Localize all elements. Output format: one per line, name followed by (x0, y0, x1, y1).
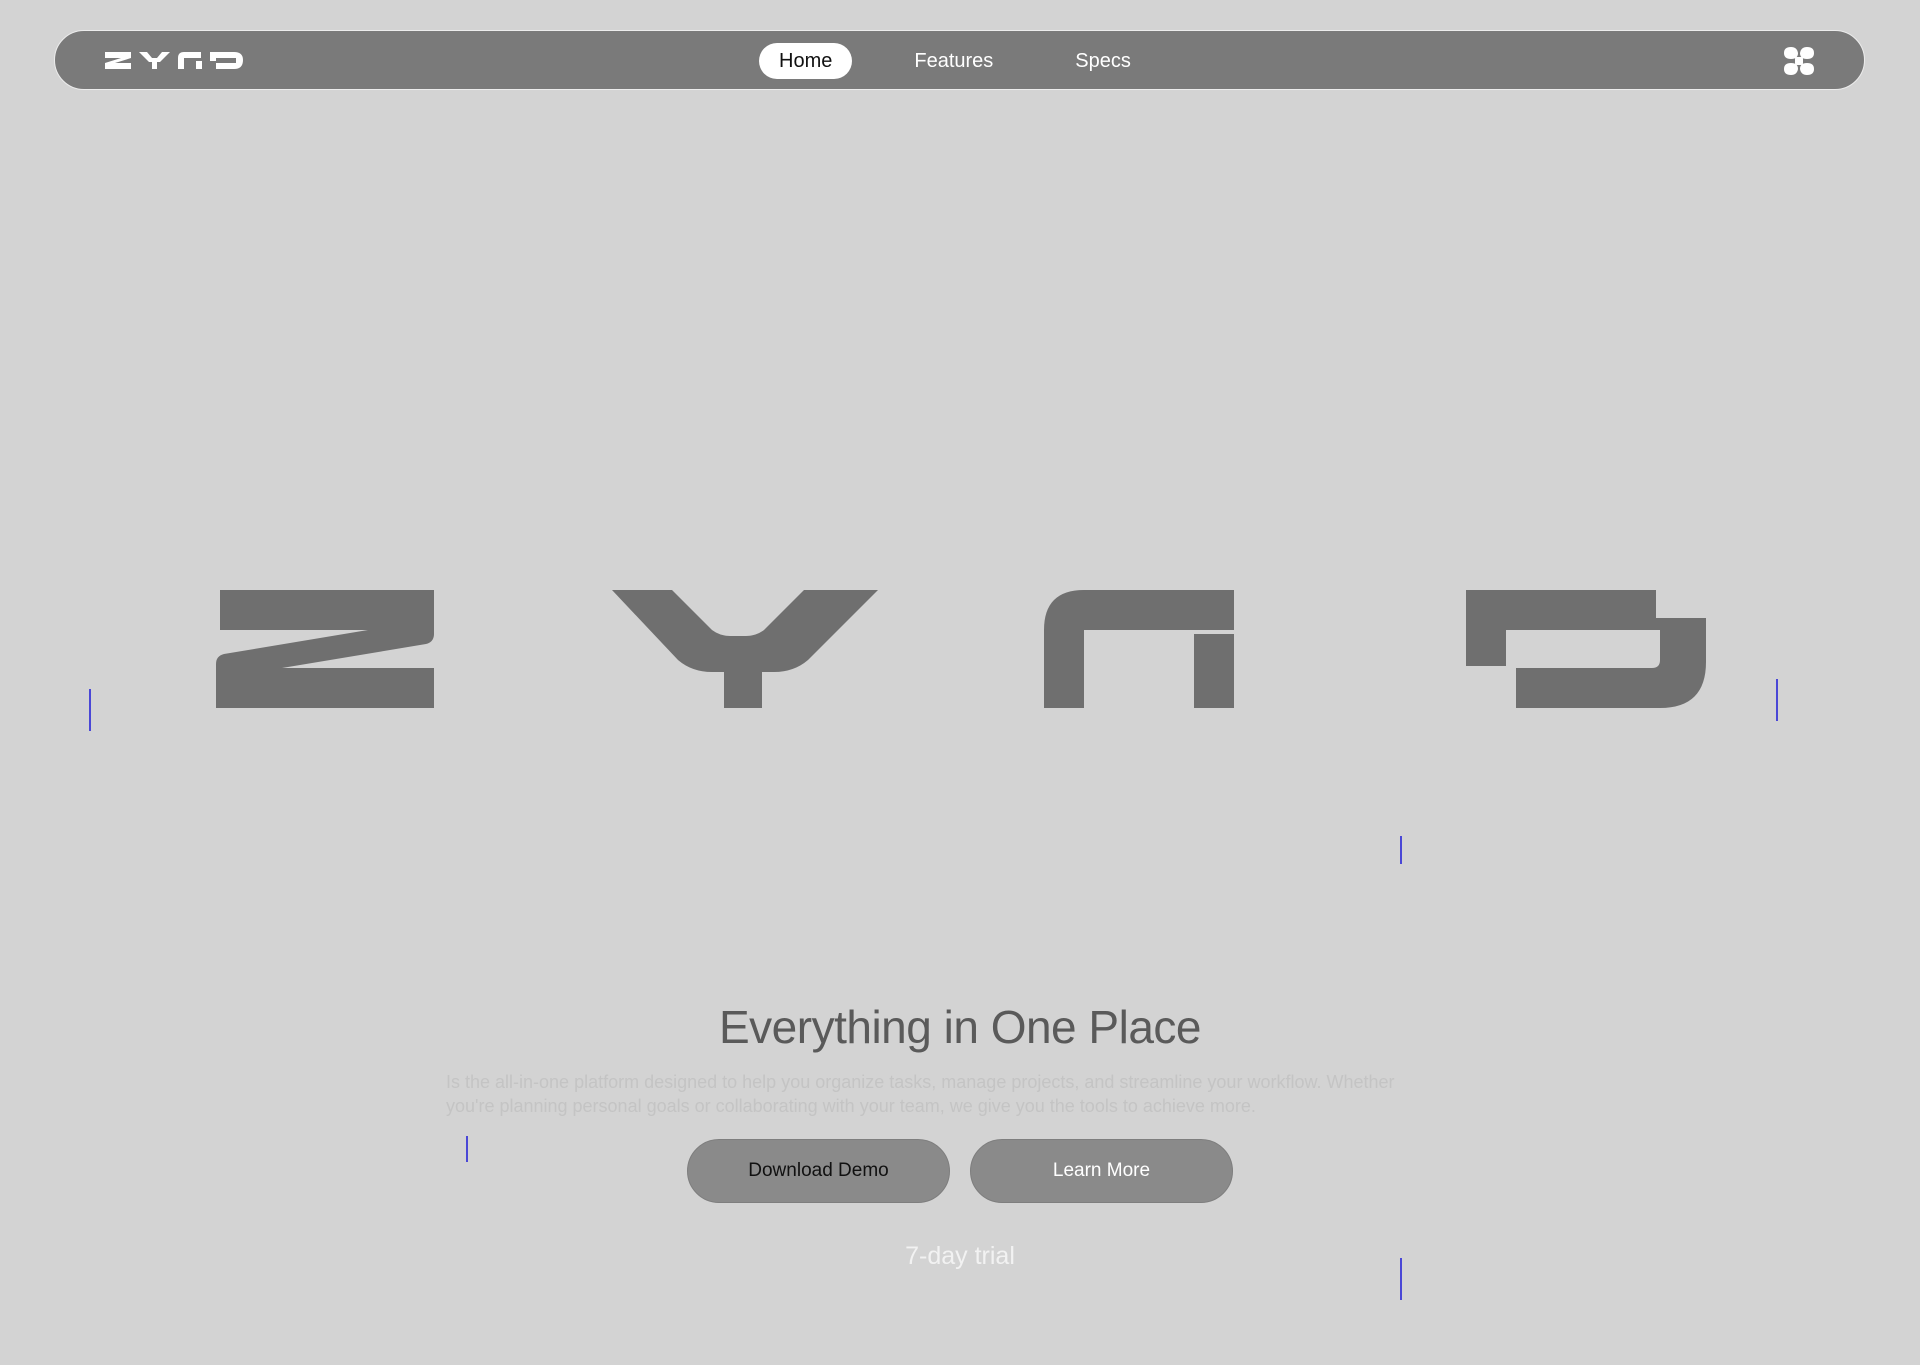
brand-logo[interactable] (105, 50, 243, 72)
guide-line (1776, 679, 1778, 721)
guide-line (1400, 836, 1402, 864)
learn-more-button[interactable]: Learn More (970, 1139, 1233, 1203)
guide-line (89, 689, 91, 731)
wordmark-letter-n-right (1194, 634, 1234, 708)
wordmark-letter-z (216, 590, 434, 708)
wordmark-letter-o (1466, 590, 1706, 708)
nav-link-features[interactable]: Features (894, 43, 1013, 79)
trial-note: 7-day trial (905, 1242, 1015, 1270)
download-demo-button[interactable]: Download Demo (687, 1139, 950, 1203)
nav-link-home[interactable]: Home (759, 43, 853, 79)
hero-description: Is the all-in-one platform designed to h… (446, 1072, 1395, 1116)
hero-wordmark (216, 590, 1706, 708)
nav-link-specs[interactable]: Specs (1055, 43, 1151, 79)
top-navbar: Home Features Specs (54, 30, 1865, 90)
four-petal-menu-icon[interactable] (1782, 45, 1816, 77)
hero-title: Everything in One Place (719, 1001, 1202, 1053)
wordmark-letter-y (612, 590, 878, 708)
nav-links: Home Features Specs (759, 43, 1151, 79)
guide-line (466, 1136, 468, 1162)
